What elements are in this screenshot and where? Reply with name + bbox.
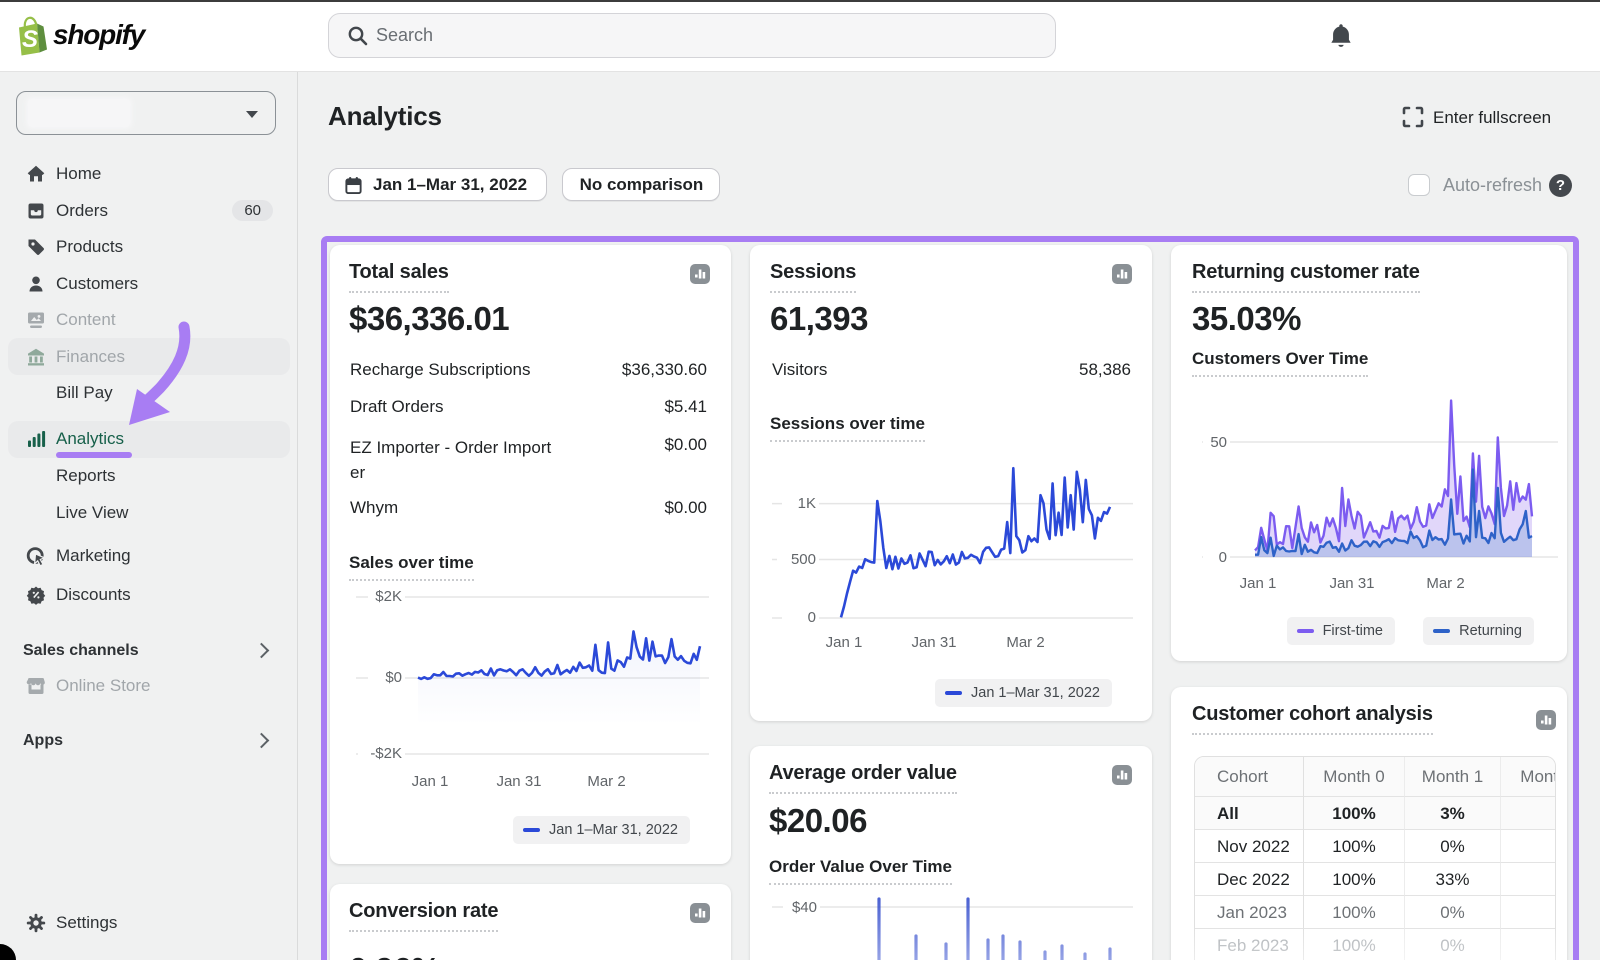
svg-text:S: S xyxy=(22,26,38,53)
